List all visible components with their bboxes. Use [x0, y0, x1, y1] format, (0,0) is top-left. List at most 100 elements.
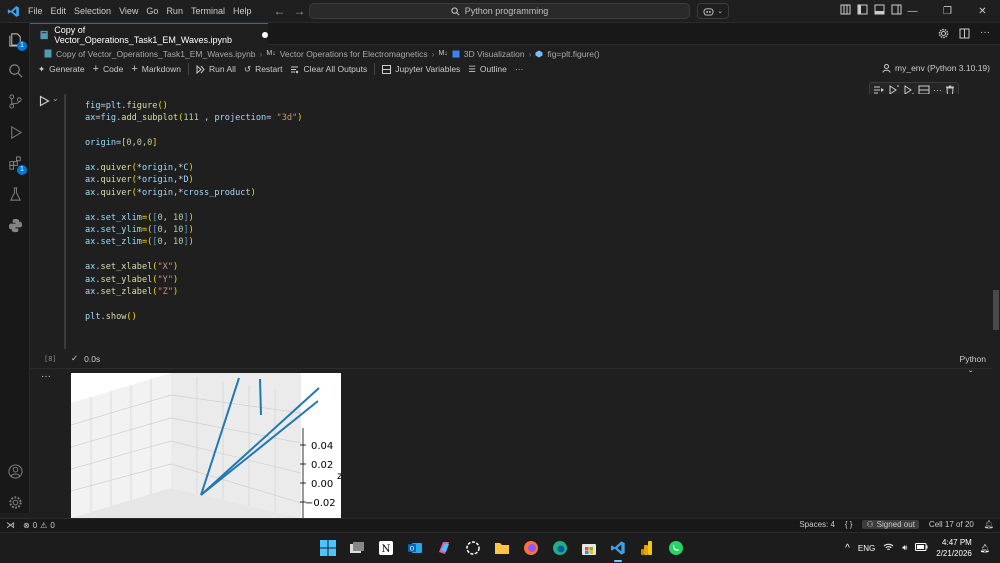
cell-position-status[interactable]: Cell 17 of 20 [929, 520, 974, 529]
language-indicator[interactable]: ENG [858, 544, 875, 553]
more-actions-icon[interactable]: ··· [980, 28, 990, 39]
code-token: set_xlim [100, 212, 142, 223]
settings-gear-icon[interactable] [5, 492, 25, 512]
run-options-chevron-icon[interactable]: ⌄ [52, 94, 59, 103]
search-sidebar-icon[interactable] [5, 60, 25, 80]
accounts-icon[interactable] [5, 461, 25, 481]
breadcrumb-symbol[interactable]: fig=plt.figure() [547, 49, 599, 59]
output-collapse-icon[interactable]: ˇ [969, 370, 972, 381]
explorer-icon[interactable]: 1 [5, 29, 27, 51]
power-bi-icon[interactable] [636, 537, 658, 559]
add-code-button[interactable]: + Code [89, 63, 128, 75]
menu-go[interactable]: Go [142, 2, 162, 20]
code-token: "X" [157, 262, 174, 273]
z-axis-label: z [337, 471, 341, 482]
problems-indicator[interactable]: ⊗ 0 ⚠ 0 [23, 521, 55, 530]
menu-terminal[interactable]: Terminal [187, 2, 229, 20]
notifications-bell-icon[interactable]: 🔔︎ [984, 520, 994, 529]
toggle-panel-layout-icon[interactable] [840, 4, 851, 15]
restore-button[interactable]: ❐ [930, 0, 965, 22]
python-icon[interactable] [5, 215, 25, 235]
code-editor[interactable]: fig=plt.figure() ax=fig.add_subplot(111 … [64, 94, 992, 349]
output-more-icon[interactable]: ··· [41, 371, 51, 382]
close-button[interactable]: ✕ [965, 0, 1000, 22]
chatgpt-icon[interactable] [462, 537, 484, 559]
run-debug-icon[interactable] [5, 122, 25, 142]
command-center-search[interactable]: Python programming [309, 3, 690, 19]
back-arrow-icon[interactable]: ← [273, 4, 285, 18]
clear-outputs-button[interactable]: Clear All Outputs [286, 64, 371, 74]
notebook-scrollbar[interactable] [992, 80, 1000, 513]
extensions-icon[interactable]: 1 [5, 153, 27, 175]
microsoft-store-icon[interactable] [578, 537, 600, 559]
battery-icon[interactable] [915, 543, 928, 553]
add-markdown-button[interactable]: + Markdown [127, 63, 185, 75]
remote-icon[interactable]: ⋊ [6, 520, 15, 531]
menu-selection[interactable]: Selection [70, 2, 115, 20]
code-token: "Z" [157, 287, 174, 298]
windows-start-icon[interactable] [317, 537, 339, 559]
code-token: , [198, 113, 215, 124]
code-token: set_ylim [100, 225, 142, 236]
code-token: , [162, 212, 174, 223]
language-braces-status[interactable]: { } [845, 520, 853, 529]
edge-icon[interactable] [549, 537, 571, 559]
cell-language[interactable]: Python [960, 354, 986, 364]
code-token: 111 [183, 113, 199, 124]
copilot-app-icon[interactable] [433, 537, 455, 559]
testing-flask-icon[interactable] [5, 184, 25, 204]
tab-label: Copy of Vector_Operations_Task1_EM_Waves… [54, 24, 233, 45]
firefox-icon[interactable] [520, 537, 542, 559]
generate-button[interactable]: ✦ Generate [34, 64, 89, 75]
indentation-status[interactable]: Spaces: 4 [799, 520, 835, 529]
outline-button[interactable]: ☰ Outline [464, 64, 511, 75]
wifi-icon[interactable] [883, 543, 894, 554]
source-control-icon[interactable] [5, 91, 25, 111]
settings-gear-icon[interactable] [938, 28, 949, 39]
kernel-label: my_env (Python 3.10.19) [895, 63, 990, 73]
menu-file[interactable]: File [24, 2, 47, 20]
volume-icon[interactable]: 🔊︎ [902, 543, 907, 553]
task-view-icon[interactable] [346, 537, 368, 559]
more-toolbar-button[interactable]: ··· [511, 64, 528, 74]
jupyter-variables-button[interactable]: Jupyter Variables [378, 64, 464, 74]
notification-center-icon[interactable]: 🔔︎ [980, 544, 990, 553]
outlook-icon[interactable]: O [404, 537, 426, 559]
toggle-panel-icon[interactable] [874, 4, 885, 15]
z-tick-label: 0.02 [311, 460, 333, 471]
minimize-button[interactable]: — [895, 0, 930, 22]
matplotlib-3d-output: 0.04 0.02 0.00 −0.02 z [71, 373, 341, 518]
tab-notebook[interactable]: Copy of Vector_Operations_Task1_EM_Waves… [30, 23, 268, 45]
code-cell[interactable]: ··· ⌄ fig=plt.figure() ax=fig.add_subplo… [30, 80, 992, 368]
breadcrumb-section2[interactable]: 3D Visualization [464, 49, 525, 59]
code-token: 0,0,0 [126, 138, 153, 149]
menu-help[interactable]: Help [229, 2, 256, 20]
system-clock[interactable]: 4:47 PM 2/21/2026 [936, 537, 972, 559]
copilot-button[interactable]: ⌄ [697, 3, 729, 19]
breadcrumb-file[interactable]: Copy of Vector_Operations_Task1_EM_Waves… [56, 49, 256, 59]
run-all-button[interactable]: Run All [192, 64, 240, 74]
split-editor-icon[interactable] [959, 28, 970, 39]
sparkle-icon: ✦ [38, 63, 46, 74]
toggle-primary-sidebar-icon[interactable] [857, 4, 868, 15]
notebook-toolbar: ✦ Generate + Code + Markdown Run All ↺ R… [30, 60, 1000, 78]
menu-view[interactable]: View [115, 2, 142, 20]
code-token: 10 [173, 212, 184, 223]
notion-icon[interactable]: N [375, 537, 397, 559]
signed-out-status[interactable]: ⚇ Signed out [862, 520, 919, 529]
code-token: ,* [173, 175, 184, 186]
run-cell-icon[interactable] [38, 95, 50, 107]
scrollbar-thumb[interactable] [993, 290, 999, 330]
vscode-taskbar-icon[interactable] [607, 537, 629, 562]
file-explorer-icon[interactable] [491, 537, 513, 559]
whatsapp-icon[interactable] [665, 537, 687, 559]
kernel-picker[interactable]: my_env (Python 3.10.19) [882, 63, 990, 73]
breadcrumb-section1[interactable]: Vector Operations for Electromagnetics [280, 49, 428, 59]
code-content[interactable]: fig=plt.figure() ax=fig.add_subplot(111 … [85, 100, 302, 323]
menu-edit[interactable]: Edit [47, 2, 71, 20]
unsaved-dot-icon[interactable] [262, 31, 268, 38]
show-hidden-icons-chevron-icon[interactable]: ^ [845, 543, 850, 554]
forward-arrow-icon[interactable]: → [293, 4, 305, 18]
menu-run[interactable]: Run [162, 2, 187, 20]
restart-button[interactable]: ↺ Restart [240, 64, 287, 75]
